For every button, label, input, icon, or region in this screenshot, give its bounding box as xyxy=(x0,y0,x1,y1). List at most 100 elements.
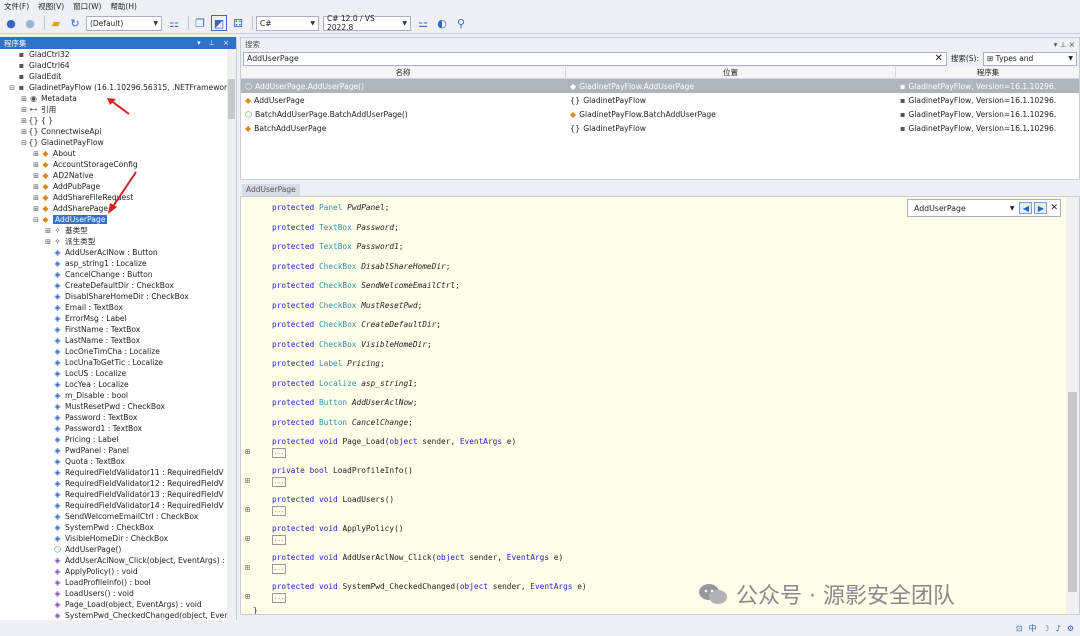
collapsed-body[interactable]: ... xyxy=(272,593,286,603)
tree-node[interactable]: ◈ LocUnaToGetTic : Localize xyxy=(0,357,236,368)
pin-icon[interactable]: ▾ ⊥ × xyxy=(1054,40,1075,49)
expand-icon[interactable]: ⊞ xyxy=(32,150,40,158)
expand-icon[interactable]: ⊞ xyxy=(245,505,250,514)
column-header-name[interactable]: 名称 xyxy=(241,67,566,79)
tree-node[interactable]: ◈ Pricing : Label xyxy=(0,434,236,445)
tree-node[interactable]: ◈ LocUS : Localize xyxy=(0,368,236,379)
copy-icon[interactable]: ❐ xyxy=(192,15,208,31)
collapsed-body[interactable]: ... xyxy=(272,535,286,545)
tree-node[interactable]: ◈ RequiredFieldValidator11 : RequiredFiel… xyxy=(0,467,236,478)
tree-node[interactable]: ⊟{} GladinetPayFlow xyxy=(0,137,236,148)
version-select[interactable]: C# 12.0 / VS 2022.8 ▼ xyxy=(323,14,411,32)
tree-node[interactable]: ◈ AddUserAclNow_Click(object, EventArgs) … xyxy=(0,555,236,566)
tree-node[interactable]: ◈ FirstName : TextBox xyxy=(0,324,236,335)
tree-node[interactable]: ◈ m_Disable : bool xyxy=(0,390,236,401)
expand-icon[interactable]: ⊞ xyxy=(20,128,28,136)
filter-icon[interactable]: ⚃ xyxy=(230,15,246,31)
back-icon[interactable]: ● xyxy=(3,15,19,31)
moon-icon[interactable]: ☽ xyxy=(1043,624,1050,633)
expand-icon[interactable]: ⊞ xyxy=(32,183,40,191)
tree-node[interactable]: ⊞{} ConnectwiseApi xyxy=(0,126,236,137)
close-icon[interactable]: ✕ xyxy=(1050,203,1058,213)
open-folder-icon[interactable]: ▰ xyxy=(48,15,64,31)
settings-icon[interactable]: ⚙ xyxy=(1067,624,1074,633)
chevron-down-icon[interactable]: ▼ xyxy=(1010,205,1015,212)
expand-icon[interactable]: ⊞ xyxy=(20,106,28,114)
collapse-icon[interactable]: ⊟ xyxy=(8,84,16,92)
expand-icon[interactable]: ⊞ xyxy=(32,205,40,213)
theme-icon[interactable]: ◐ xyxy=(434,15,450,31)
expand-icon[interactable]: ⊞ xyxy=(245,476,250,485)
tree-options-icon[interactable]: ⚍ xyxy=(415,15,431,31)
tree-node[interactable]: ▪ GladEdit xyxy=(0,71,236,82)
search-result-row[interactable]: ⬡ BatchAddUserPage.BatchAddUserPage() ◆ Gla… xyxy=(241,107,1079,121)
collapse-icon[interactable]: ⊟ xyxy=(20,139,28,147)
menu-file[interactable]: 文件(F) xyxy=(4,1,29,12)
tree-node[interactable]: ▪ GladCtrl64 xyxy=(0,60,236,71)
expand-icon[interactable]: ⊞ xyxy=(20,95,28,103)
ime-icon[interactable]: ⊡ xyxy=(1016,624,1023,633)
tree-node[interactable]: ⊞ ✧ 基类型 xyxy=(0,225,236,236)
toggle-icon[interactable]: ◩ xyxy=(211,15,227,31)
expand-icon[interactable]: ⊞ xyxy=(44,227,52,235)
search-result-row[interactable]: ◆ BatchAddUserPage{} GladinetPayFlow ▪ Gladi… xyxy=(241,121,1079,135)
tree-node[interactable]: ⊟ ▪ GladinetPayFlow (16.1.10296.56315, .NE… xyxy=(0,82,236,93)
tree-node[interactable]: ⊞ ◆ About xyxy=(0,148,236,159)
collapsed-body[interactable]: ... xyxy=(272,564,286,574)
tree-node[interactable]: ◈ PwdPanel : Panel xyxy=(0,445,236,456)
tree-scrollbar-thumb[interactable] xyxy=(228,79,235,119)
code-area[interactable]: protected Panel PwdPanel; protected TextB… xyxy=(241,197,1067,614)
tree-node[interactable]: ▪ GladCtrl32 xyxy=(0,49,236,60)
collapsed-body[interactable]: ... xyxy=(272,448,286,458)
tree-node[interactable]: ◈ Quota : TextBox xyxy=(0,456,236,467)
menu-window[interactable]: 窗口(W) xyxy=(73,1,101,12)
ime-chinese-indicator[interactable]: 中 xyxy=(1029,623,1037,634)
tree-node[interactable]: ◈ LocOneTimCha : Localize xyxy=(0,346,236,357)
pin-icon[interactable]: ▾ ⊥ × xyxy=(197,39,232,47)
search-icon[interactable]: ⚲ xyxy=(453,15,469,31)
expand-icon[interactable]: ⊞ xyxy=(245,592,250,601)
tree-node[interactable]: ◈ VisibleHomeDir : CheckBox xyxy=(0,533,236,544)
tree-node[interactable]: ◈ RequiredFieldValidator12 : RequiredFiel… xyxy=(0,478,236,489)
code-scrollbar-thumb[interactable] xyxy=(1068,392,1077,592)
tree-node[interactable]: ◈ RequiredFieldValidator13 : RequiredFiel… xyxy=(0,489,236,500)
tree-node[interactable]: ⊞ ◆ AccountStorageConfig xyxy=(0,159,236,170)
expand-icon[interactable]: ⊞ xyxy=(32,194,40,202)
tree-node[interactable]: ⊞ ✧ 派生类型 xyxy=(0,236,236,247)
expand-icon[interactable]: ⊞ xyxy=(44,238,52,246)
menu-help[interactable]: 帮助(H) xyxy=(110,1,137,12)
refresh-icon[interactable]: ↻ xyxy=(67,15,83,31)
column-header-location[interactable]: 位置 xyxy=(566,67,896,79)
tree-node[interactable]: ◈ Page_Load(object, EventArgs) : void xyxy=(0,599,236,610)
search-result-row[interactable]: ◆ AddUserPage{} GladinetPayFlow ▪ GladinetPa… xyxy=(241,93,1079,107)
tree-node[interactable]: ⊞{}{ } xyxy=(0,115,236,126)
sound-icon[interactable]: ♪ xyxy=(1056,624,1061,633)
search-scope-select[interactable]: ⊞ Types and ▼ xyxy=(983,51,1077,66)
tree-node[interactable]: ◈ LoadUsers() : void xyxy=(0,588,236,599)
tab-adduserpage[interactable]: AddUserPage xyxy=(242,184,300,196)
search-result-row[interactable]: ⬡ AddUserPage.AddUserPage() ◆ GladinetPayFl… xyxy=(241,79,1079,93)
menu-view[interactable]: 视图(V) xyxy=(38,1,64,12)
find-previous-icon[interactable]: ◀ xyxy=(1019,202,1033,214)
tree-scrollbar[interactable] xyxy=(227,49,236,636)
close-icon[interactable]: ✕ xyxy=(934,53,942,64)
collapsed-body[interactable]: ... xyxy=(272,477,286,487)
find-input[interactable]: AddUserPage xyxy=(910,204,1010,213)
expand-icon[interactable]: ⊞ xyxy=(32,161,40,169)
expand-icon[interactable]: ⊞ xyxy=(245,447,250,456)
language-select[interactable]: C# ▼ xyxy=(256,15,319,31)
tree-node[interactable]: ◈ LastName : TextBox xyxy=(0,335,236,346)
manage-lists-icon[interactable]: ⚏ xyxy=(166,15,182,31)
expand-icon[interactable]: ⊞ xyxy=(20,117,28,125)
view-select[interactable]: (Default) ▼ xyxy=(86,15,162,31)
tree-node[interactable]: ◈ CreateDefaultDir : CheckBox xyxy=(0,280,236,291)
tree-node[interactable]: ◈ ApplyPolicy() : void xyxy=(0,566,236,577)
tree-node[interactable]: ◈ Password1 : TextBox xyxy=(0,423,236,434)
tree-node[interactable]: ◈ RequiredFieldValidator14 : RequiredFiel… xyxy=(0,500,236,511)
search-input[interactable]: AddUserPage ✕ xyxy=(243,51,947,66)
collapse-icon[interactable]: ⊟ xyxy=(32,216,40,224)
expand-icon[interactable]: ⊞ xyxy=(245,563,250,572)
tree-node[interactable]: ◈ asp_string1 : Localize xyxy=(0,258,236,269)
collapsed-body[interactable]: ... xyxy=(272,506,286,516)
expand-icon[interactable]: ⊞ xyxy=(32,172,40,180)
